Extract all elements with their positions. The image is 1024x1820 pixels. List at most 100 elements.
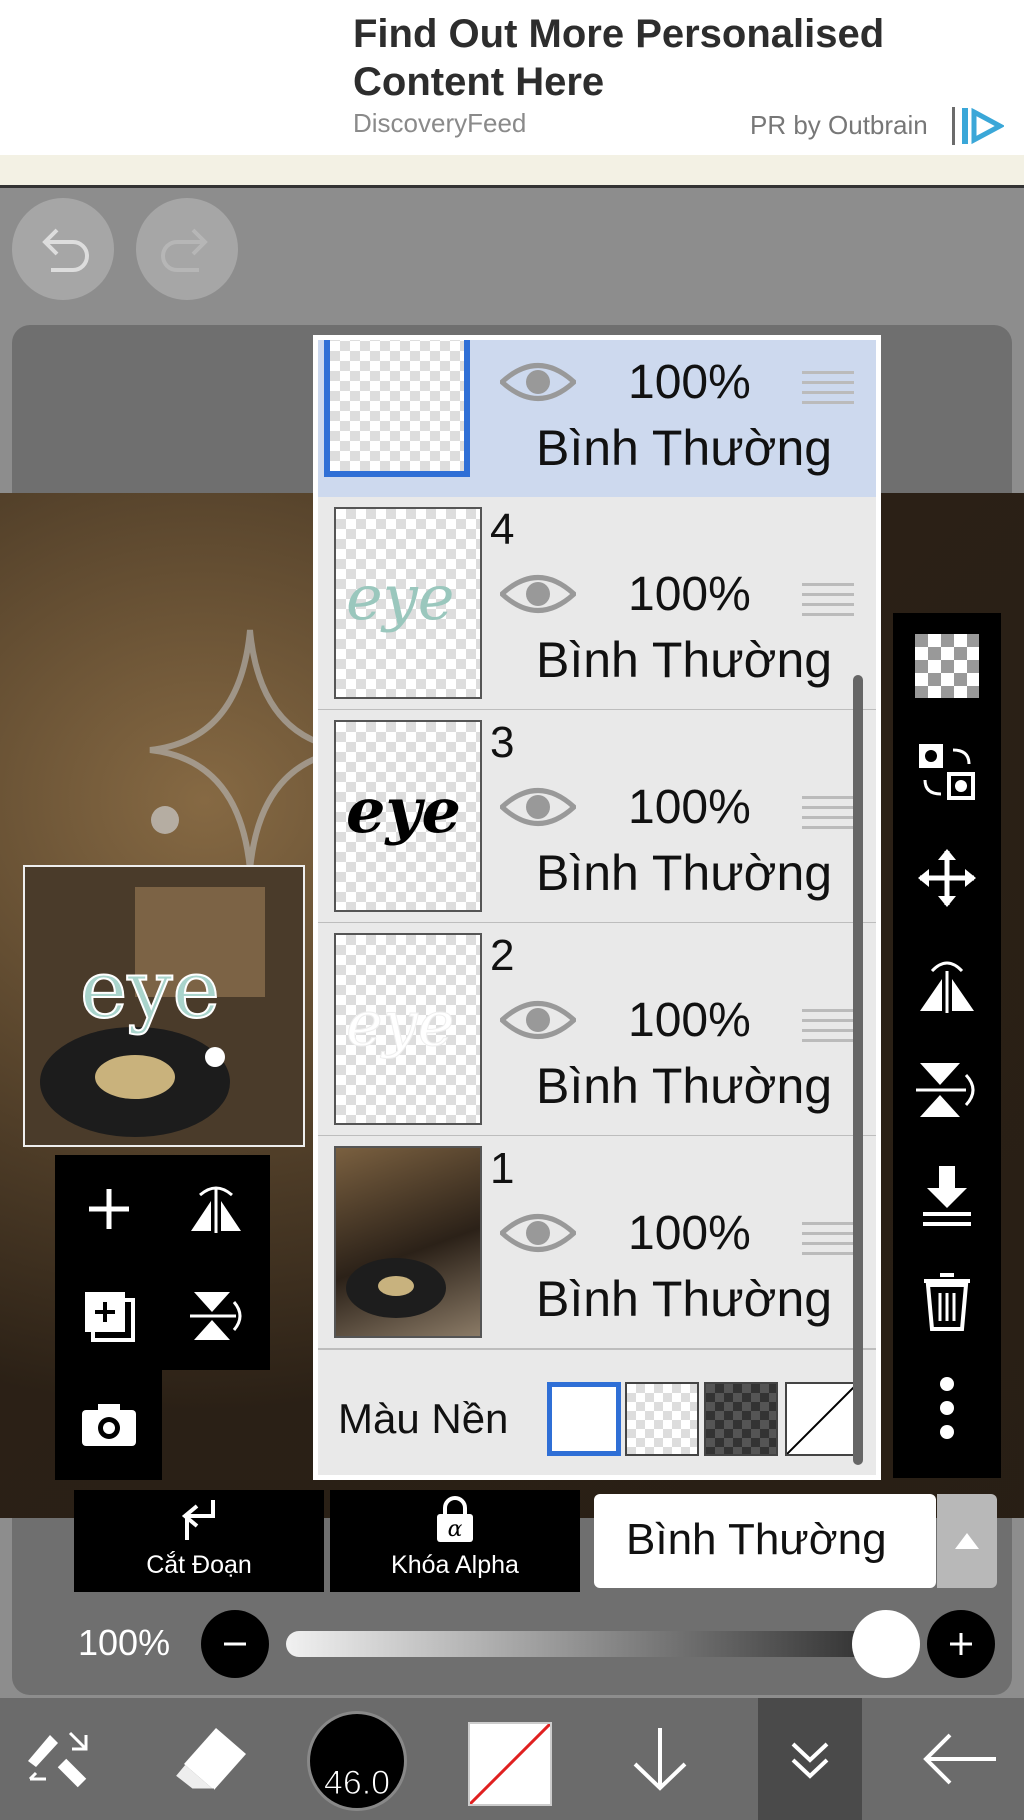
triangle-up-icon [955, 1533, 979, 1549]
layer-thumbnail[interactable]: eye [334, 933, 482, 1125]
layer-thumbnail[interactable] [334, 1146, 482, 1338]
eraser-tool-button[interactable] [150, 1698, 270, 1820]
layer-number: 4 [490, 505, 515, 554]
layer-thumbnail[interactable]: eye [334, 507, 482, 699]
layer-opacity: 100% [628, 781, 751, 834]
eye-icon[interactable] [500, 782, 576, 832]
duplicate-icon [84, 1291, 135, 1342]
alpha-lock-button[interactable]: α Khóa Alpha [330, 1490, 580, 1592]
more-vertical-icon [940, 1377, 954, 1439]
drag-handle-icon[interactable] [802, 1009, 854, 1049]
left-toolbar [55, 1155, 270, 1370]
blend-mode-value[interactable]: Bình Thường [626, 1515, 887, 1565]
undo-icon [42, 228, 89, 272]
layer-number: 3 [490, 718, 515, 767]
blend-mode-dropdown-button[interactable] [937, 1494, 997, 1588]
eye-icon[interactable] [500, 569, 576, 619]
merge-down-icon [923, 1166, 971, 1226]
layer-number: 1 [490, 1144, 515, 1193]
preview-image: eye [25, 867, 303, 1145]
left-toolbar-bottom [55, 1370, 162, 1480]
alpha-lock-label: Khóa Alpha [391, 1551, 519, 1579]
checker-icon [915, 634, 979, 698]
swap-icon [919, 744, 975, 800]
layer-number: 5 [490, 340, 514, 343]
more-options-button[interactable] [893, 1355, 1001, 1461]
plus-icon [88, 1188, 129, 1229]
layer-row-4[interactable]: eye 4 100% Bình Thường [318, 497, 876, 711]
add-layer-button[interactable] [55, 1155, 162, 1262]
layer-opacity: 100% [628, 994, 751, 1047]
layer-thumbnail[interactable] [324, 340, 470, 477]
ad-title[interactable]: Find Out More Personalised Content Here [353, 10, 973, 106]
clipping-button[interactable]: Cắt Đoạn [74, 1490, 324, 1592]
ad-pr-label: PR by Outbrain [750, 110, 928, 140]
arrow-left-icon [923, 1733, 996, 1785]
trash-icon [924, 1273, 970, 1331]
flip-button[interactable] [893, 931, 1001, 1037]
opacity-slider-track[interactable] [286, 1631, 890, 1657]
opacity-slider-thumb[interactable] [852, 1610, 920, 1678]
transform-tool-button[interactable] [0, 1698, 120, 1820]
move-down-button[interactable] [600, 1698, 720, 1820]
duplicate-layer-button[interactable] [55, 1262, 162, 1369]
svg-text:eye: eye [346, 561, 454, 634]
lock-icon: α [437, 1496, 473, 1542]
background-label: Màu Nền [338, 1395, 509, 1442]
layer-row-2[interactable]: eye 2 100% Bình Thường [318, 923, 876, 1137]
canvas-preview[interactable]: eye [23, 865, 305, 1147]
drag-handle-icon[interactable] [802, 583, 854, 623]
redo-button[interactable] [136, 198, 238, 300]
layer-thumbnail[interactable]: eye [334, 720, 482, 912]
background-transparent-option[interactable] [625, 1382, 699, 1456]
arrow-down-icon [633, 1728, 687, 1791]
layer-number: 2 [490, 931, 515, 980]
background-white-option[interactable] [547, 1382, 621, 1456]
layer-blend-mode: Bình Thường [536, 1058, 833, 1114]
flip-icon [920, 961, 974, 1013]
undo-button[interactable] [12, 198, 114, 300]
eye-icon[interactable] [500, 995, 576, 1045]
camera-icon [81, 1403, 136, 1446]
opacity-increase-button[interactable] [927, 1610, 995, 1678]
layer-list: 5 100% Bình Thường eye 4 100% Bình Thườn… [318, 340, 876, 1475]
svg-text:α: α [448, 1517, 463, 1542]
flip-horizontal-icon [190, 1186, 241, 1233]
drag-handle-icon[interactable] [802, 371, 854, 411]
camera-button[interactable] [55, 1370, 162, 1477]
layer-blend-mode: Bình Thường [536, 632, 833, 688]
flip-vertical-icon [189, 1291, 241, 1340]
layer-row-1[interactable]: 1 100% Bình Thường [318, 1136, 876, 1350]
color-picker-button[interactable] [468, 1722, 552, 1806]
no-background-icon [787, 1384, 857, 1454]
drag-handle-icon[interactable] [802, 796, 854, 836]
double-chevron-down-icon [791, 1742, 829, 1779]
swap-layer-button[interactable] [893, 719, 1001, 825]
eye-icon[interactable] [500, 1208, 576, 1258]
background-none-option[interactable] [785, 1382, 859, 1456]
layer-list-scrollbar[interactable] [853, 675, 863, 1465]
move-button[interactable] [893, 825, 1001, 931]
svg-text:eye: eye [346, 987, 454, 1060]
transparent-fill-button[interactable] [893, 613, 1001, 719]
rotate-flip-vertical-button[interactable] [893, 1037, 1001, 1143]
layer-row-3[interactable]: eye 3 100% Bình Thường [318, 710, 876, 924]
layers-menu-button[interactable] [750, 1698, 870, 1820]
background-dark-checker-option[interactable] [704, 1382, 778, 1456]
layer-blend-mode: Bình Thường [536, 420, 833, 476]
delete-layer-button[interactable] [893, 1249, 1001, 1355]
drag-handle-icon[interactable] [802, 1222, 854, 1262]
back-button[interactable] [900, 1698, 1020, 1820]
layer-blend-mode: Bình Thường [536, 1271, 833, 1327]
layer-row-5[interactable]: 5 100% Bình Thường [318, 340, 876, 499]
flip-vertical-button[interactable] [162, 1262, 269, 1369]
clipping-label: Cắt Đoạn [146, 1551, 252, 1579]
ad-divider [0, 155, 1024, 188]
eye-icon[interactable] [500, 357, 576, 407]
flip-horizontal-button[interactable] [162, 1155, 269, 1262]
right-toolbar [893, 613, 1001, 1478]
minus-icon [224, 1642, 246, 1646]
ad-choices-icon[interactable] [960, 104, 1004, 148]
opacity-decrease-button[interactable] [201, 1610, 269, 1678]
merge-down-button[interactable] [893, 1143, 1001, 1249]
